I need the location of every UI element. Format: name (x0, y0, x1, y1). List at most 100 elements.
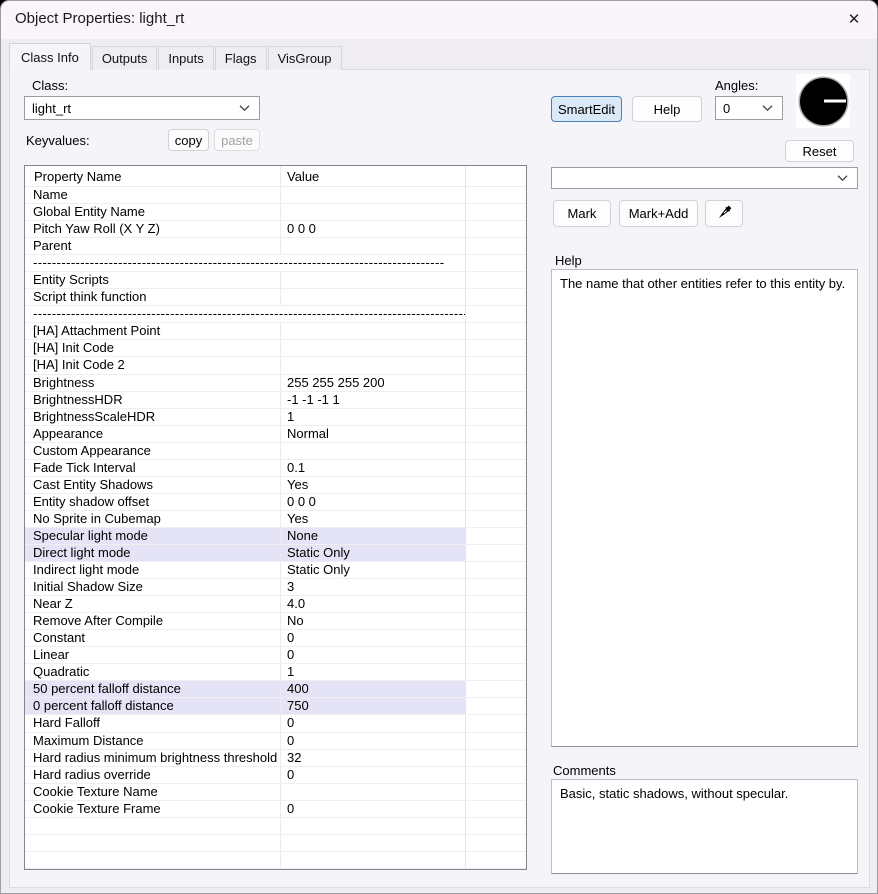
cell-value (281, 289, 466, 306)
table-row[interactable]: Custom Appearance (25, 442, 526, 460)
table-row[interactable] (25, 817, 526, 835)
table-row[interactable]: ----------------------------------------… (25, 306, 526, 324)
copy-button[interactable]: copy (168, 129, 209, 151)
table-row[interactable]: BrightnessHDR -1 -1 -1 1 (25, 391, 526, 409)
keyvalues-label: Keyvalues: (26, 133, 90, 148)
cell-blank (466, 579, 526, 595)
table-row[interactable]: [HA] Init Code 2 (25, 357, 526, 375)
table-row[interactable]: Entity shadow offset 0 0 0 (25, 493, 526, 511)
table-row[interactable]: Direct light mode Static Only (25, 544, 526, 563)
reset-button-label: Reset (802, 143, 837, 159)
cell-property-name: Cookie Texture Frame (25, 800, 281, 817)
tab-inputs[interactable]: Inputs (158, 46, 214, 70)
paste-button[interactable]: paste (214, 129, 260, 151)
tab-class-info[interactable]: Class Info (9, 43, 91, 70)
table-row[interactable]: No Sprite in Cubemap Yes (25, 510, 526, 528)
table-row[interactable]: Quadratic 1 (25, 664, 526, 682)
table-row[interactable] (25, 851, 526, 869)
angles-label: Angles: (715, 78, 759, 93)
close-button[interactable]: ✕ (842, 8, 866, 30)
table-row[interactable] (25, 834, 526, 852)
table-row[interactable]: [HA] Init Code (25, 340, 526, 358)
keyvalue-select-dropdown[interactable] (551, 167, 858, 189)
cell-blank (466, 528, 526, 544)
angle-dial[interactable] (796, 74, 850, 128)
column-header-value: Value (281, 166, 466, 186)
table-row[interactable]: ----------------------------------------… (25, 255, 526, 273)
cell-blank (466, 733, 526, 749)
table-row[interactable]: Name (25, 187, 526, 205)
cell-property-name: 0 percent falloff distance (25, 698, 281, 715)
table-row[interactable]: Parent (25, 238, 526, 256)
cell-property-name: [HA] Attachment Point (25, 323, 281, 340)
mark-button[interactable]: Mark (553, 200, 611, 227)
table-row[interactable]: Remove After Compile No (25, 613, 526, 631)
cell-blank (466, 494, 526, 510)
cell-property-name: Maximum Distance (25, 732, 281, 749)
smartedit-button[interactable]: SmartEdit (551, 96, 622, 122)
cell-blank (466, 375, 526, 391)
cell-blank (466, 784, 526, 800)
table-row[interactable]: Constant 0 (25, 630, 526, 648)
cell-blank (466, 187, 526, 203)
table-row[interactable]: Initial Shadow Size 3 (25, 579, 526, 597)
table-row[interactable]: Hard radius override 0 (25, 766, 526, 784)
cell-property-name: Quadratic (25, 664, 281, 681)
tab-flags[interactable]: Flags (214, 46, 267, 70)
cell-blank (466, 340, 526, 356)
cell-property-name: BrightnessScaleHDR (25, 408, 281, 425)
tab-outputs[interactable]: Outputs (91, 46, 158, 70)
table-row[interactable]: Cast Entity Shadows Yes (25, 476, 526, 494)
tab-visgroup[interactable]: VisGroup (267, 46, 342, 70)
class-dropdown[interactable]: light_rt (24, 96, 260, 120)
table-row[interactable]: Pitch Yaw Roll (X Y Z) 0 0 0 (25, 221, 526, 239)
table-row[interactable]: Cookie Texture Name (25, 783, 526, 801)
table-row[interactable]: Near Z 4.0 (25, 596, 526, 614)
table-row[interactable]: Brightness 255 255 255 200 (25, 374, 526, 392)
cell-blank (466, 767, 526, 783)
cell-property-name: Hard radius override (25, 766, 281, 783)
eyedropper-button[interactable] (705, 200, 743, 227)
cell-blank (466, 596, 526, 612)
cell-property-name: Cookie Texture Name (25, 783, 281, 800)
cell-value: 0 (281, 715, 466, 732)
table-row[interactable]: Indirect light mode Static Only (25, 562, 526, 580)
table-row[interactable]: Appearance Normal (25, 425, 526, 443)
cell-value: 255 255 255 200 (281, 374, 466, 391)
table-row[interactable]: Script think function (25, 289, 526, 307)
cell-blank (466, 750, 526, 766)
table-row[interactable]: 0 percent falloff distance 750 (25, 698, 526, 716)
paste-button-label: paste (221, 132, 253, 148)
angle-needle (823, 99, 846, 103)
angles-dropdown[interactable]: 0 (715, 96, 783, 120)
cell-property-name: Cast Entity Shadows (25, 476, 281, 493)
cell-blank (466, 562, 526, 578)
table-row[interactable]: Entity Scripts (25, 272, 526, 290)
comments-text-box[interactable]: Basic, static shadows, without specular. (551, 779, 858, 874)
table-row[interactable]: BrightnessScaleHDR 1 (25, 408, 526, 426)
cell-blank (466, 477, 526, 493)
cell-value: 3 (281, 579, 466, 596)
reset-button[interactable]: Reset (785, 140, 854, 162)
table-row[interactable]: Cookie Texture Frame 0 (25, 800, 526, 818)
class-dropdown-value: light_rt (32, 100, 72, 116)
cell-property-name: Constant (25, 630, 281, 647)
table-row[interactable]: [HA] Attachment Point (25, 323, 526, 341)
table-row[interactable]: Specular light mode None (25, 527, 526, 545)
table-row[interactable]: Hard radius minimum brightness threshold… (25, 749, 526, 767)
table-row[interactable]: 50 percent falloff distance 400 (25, 681, 526, 699)
cell-property-name: Direct light mode (25, 544, 281, 562)
cell-blank (466, 272, 526, 288)
help-button[interactable]: Help (632, 96, 702, 122)
table-row[interactable]: Global Entity Name (25, 204, 526, 222)
cell-blank (466, 204, 526, 220)
mark-add-button[interactable]: Mark+Add (619, 200, 698, 227)
cell-blank (466, 255, 526, 271)
table-row[interactable]: Fade Tick Interval 0.1 (25, 459, 526, 477)
cell-value: 0 (281, 732, 466, 749)
table-row[interactable]: Maximum Distance 0 (25, 732, 526, 750)
cell-property-name: Fade Tick Interval (25, 459, 281, 476)
chevron-down-icon (239, 100, 250, 115)
table-row[interactable]: Hard Falloff 0 (25, 715, 526, 733)
table-row[interactable]: Linear 0 (25, 647, 526, 665)
